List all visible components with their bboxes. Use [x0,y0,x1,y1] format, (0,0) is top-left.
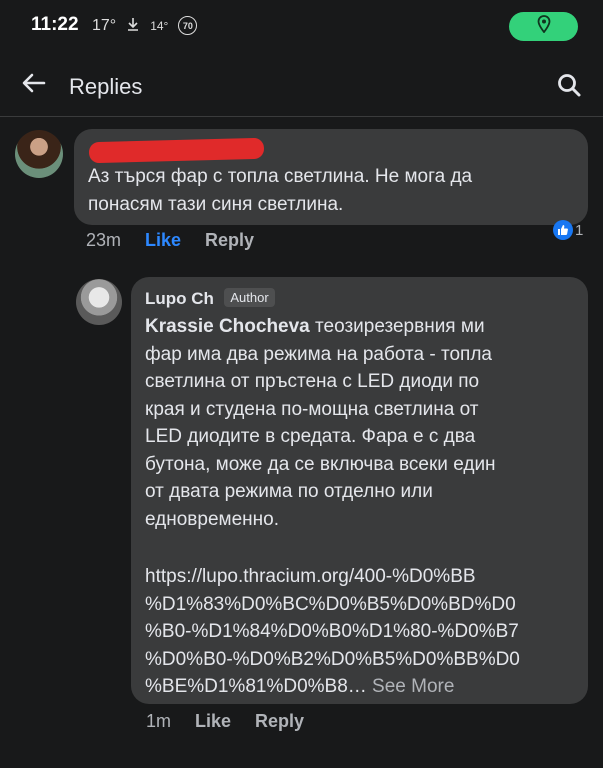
status-icons: 17° 14° 70 [92,16,198,35]
reply-like-button[interactable]: Like [195,711,231,732]
commenter-avatar[interactable] [15,130,63,178]
reaction-count: 1 [575,221,584,239]
author-avatar[interactable] [76,279,122,325]
back-button[interactable] [18,70,50,100]
reply-link[interactable]: https://lupo.thracium.org/400-%D0%BB %D1… [145,566,520,697]
location-indicator[interactable] [509,12,578,41]
see-more-button[interactable]: See More [367,676,454,697]
status-bar: 11:22 17° 14° 70 [0,0,603,52]
like-button[interactable]: Like [145,230,181,251]
status-time: 11:22 [31,14,79,35]
thumbs-up-icon [553,220,573,240]
location-pin-icon [537,15,551,38]
reply-header: Lupo Ch Author [145,288,275,309]
app-bar: Replies [0,52,603,117]
arrow-left-icon [22,73,46,98]
reaction-summary[interactable]: 1 [553,220,583,240]
reply-button[interactable]: Reply [205,230,254,251]
reply-bubble: Lupo Ch Author Krassie Chocheva теозирез… [131,277,588,704]
temperature-secondary: 14° [150,18,169,33]
download-icon [126,17,140,35]
author-badge: Author [224,288,275,307]
reply-actions: 1m Like Reply [146,711,328,732]
page-title: Replies [69,74,143,99]
comment-actions: 23m Like Reply [86,230,278,251]
author-name[interactable]: Lupo Ch [145,289,214,308]
search-button[interactable] [553,72,585,102]
reply-body: теозирезервния ми фар има два режима на … [145,316,496,530]
reply-time: 1m [146,711,172,731]
notification-badge: 70 [178,16,198,35]
reply-reply-button[interactable]: Reply [255,711,304,732]
reply-text: Krassie Chocheva теозирезервния ми фар и… [145,313,580,533]
mention-link[interactable]: Krassie Chocheva [145,316,310,337]
reply-link-block: https://lupo.thracium.org/400-%D0%BB %D1… [145,563,580,701]
temperature-main: 17° [92,16,117,34]
search-icon [556,72,582,103]
comment-time: 23m [86,230,122,250]
comment-text: Аз търся фар с топла светлина. Не мога д… [88,166,473,215]
